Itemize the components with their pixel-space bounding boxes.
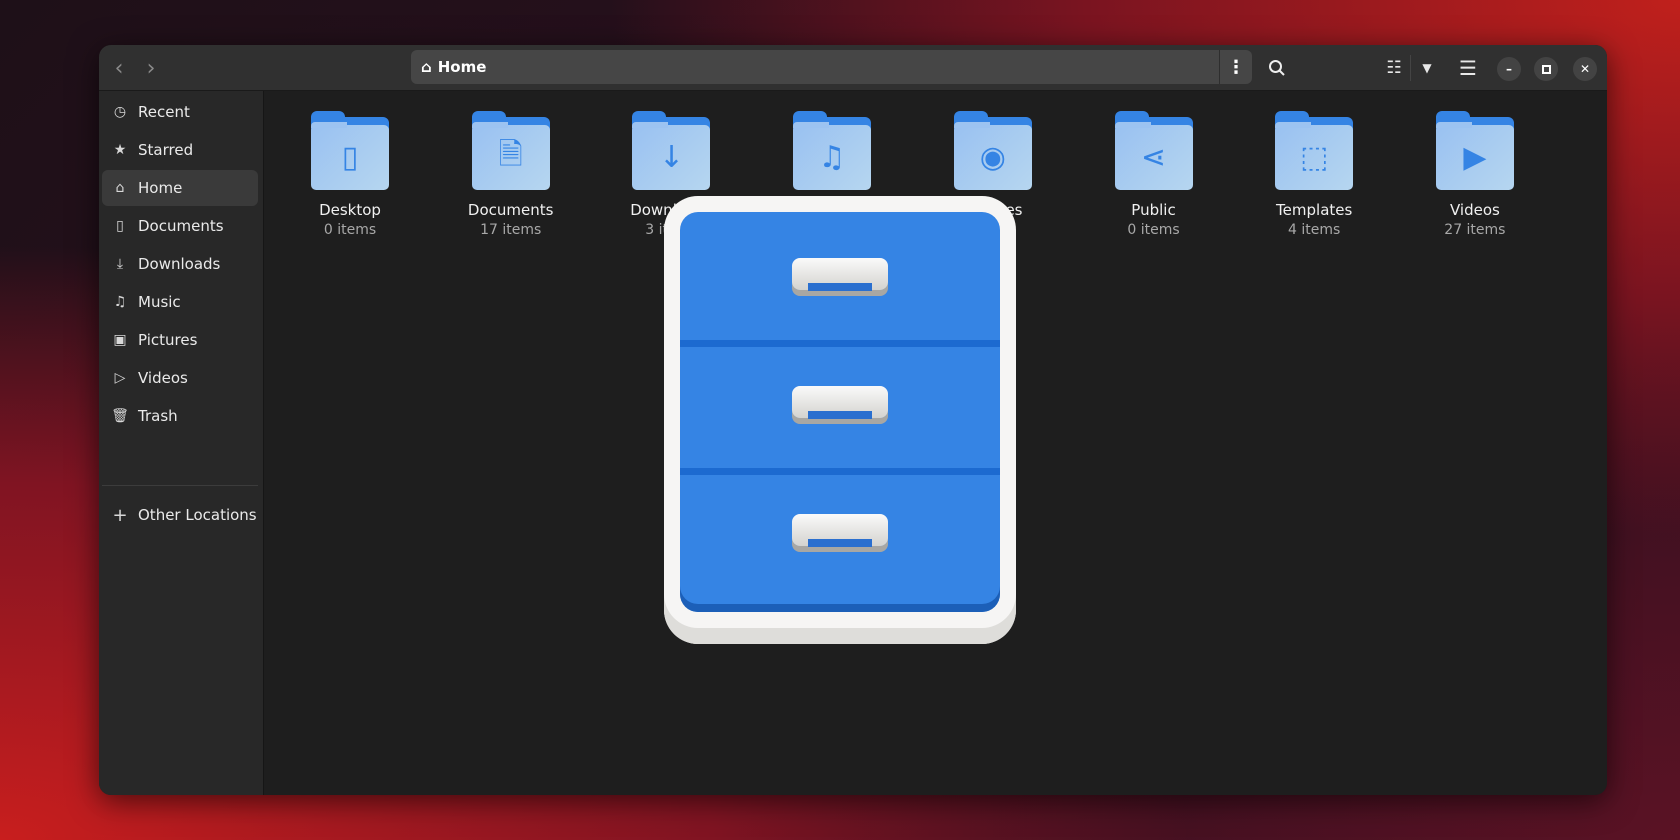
minimize-button[interactable]: – (1497, 57, 1521, 81)
videos-icon: ▷ (114, 370, 126, 386)
item-count: 0 items (1127, 222, 1180, 238)
header-bar: ‹ › ⌂ Home ⋮ ☷ ▼ ☰ – ✕ (99, 45, 1607, 91)
videos-icon: ▶ (1463, 140, 1487, 175)
folder-icon: 🗎 (471, 111, 550, 190)
folder-icon: ⋖ (1114, 111, 1193, 190)
templates-icon: ⬚ (1300, 140, 1329, 175)
sidebar-item-pictures[interactable]: ▣ Pictures (102, 322, 258, 358)
sidebar-item-label: Documents (138, 217, 224, 235)
sidebar-item-label: Pictures (138, 331, 198, 349)
drawer-handle (792, 258, 888, 291)
path-menu-button[interactable]: ⋮ (1220, 50, 1252, 84)
close-icon: ✕ (1579, 62, 1591, 76)
main-menu-button[interactable]: ☰ (1452, 52, 1484, 84)
sidebar-item-label: Home (138, 179, 183, 197)
sidebar-item-home[interactable]: ⌂ Home (102, 170, 258, 206)
folder-icon: ♫ (793, 111, 872, 190)
item-count: 4 items (1288, 222, 1341, 238)
folder-icon: ▯ (311, 111, 389, 190)
public-icon: ⋖ (1140, 140, 1167, 175)
drawer-divider (680, 468, 1000, 475)
sidebar-item-trash[interactable]: 🗑 Trash (102, 398, 258, 434)
hamburger-icon: ☰ (1459, 56, 1477, 80)
minimize-icon: – (1506, 62, 1512, 76)
folder-icon: ↓ (632, 111, 711, 190)
sidebar-item-label: Trash (138, 407, 178, 425)
folder-icon: ⬚ (1275, 111, 1354, 190)
pictures-icon: ◉ (979, 140, 1006, 175)
file-manager-window: ‹ › ⌂ Home ⋮ ☷ ▼ ☰ – ✕ ◷ Recent ★ Starred ⌂ H… (99, 45, 1607, 795)
sidebar-item-downloads[interactable]: ⤓ Downloads (102, 246, 258, 282)
music-icon: ♫ (113, 294, 127, 310)
desktop-icon: ▯ (341, 140, 359, 175)
folder-icon: ▶ (1435, 111, 1514, 190)
search-icon (1269, 60, 1285, 76)
sidebar-divider (102, 485, 258, 486)
starred-icon: ★ (113, 142, 127, 158)
list-view-icon: ☷ (1386, 58, 1402, 78)
sidebar-item-starred[interactable]: ★ Starred (102, 132, 258, 168)
sidebar-item-label: Starred (138, 141, 194, 159)
item-count: 17 items (480, 222, 542, 238)
search-button[interactable] (1261, 52, 1293, 84)
item-count: 0 items (323, 222, 377, 238)
trash-icon: 🗑 (111, 408, 129, 424)
downloads-icon: ↓ (658, 140, 684, 175)
back-button[interactable]: ‹ (103, 52, 135, 84)
folder-name: Videos (1449, 201, 1500, 219)
forward-button[interactable]: › (135, 52, 167, 84)
sidebar-item-music[interactable]: ♫ Music (102, 284, 258, 320)
list-view-button[interactable]: ☷ (1378, 52, 1410, 84)
item-count: 27 items (1444, 222, 1506, 238)
sidebar-item-documents[interactable]: ▯ Documents (102, 208, 258, 244)
home-icon: ⌂ (421, 58, 432, 76)
folder-name: Desktop (319, 201, 381, 219)
path-home[interactable]: Home (438, 58, 487, 76)
sidebar-item-label: Videos (138, 369, 188, 387)
documents-icon: 🗎 (498, 137, 523, 172)
recent-icon: ◷ (113, 104, 127, 120)
chevron-down-icon: ▼ (1422, 61, 1432, 75)
maximize-icon (1541, 64, 1551, 74)
close-button[interactable]: ✕ (1573, 57, 1597, 81)
sidebar-item-label: Other Locations (138, 506, 257, 524)
documents-icon: ▯ (116, 218, 124, 234)
folder-icon: ◉ (953, 111, 1032, 190)
plus-icon: + (112, 504, 128, 526)
path-bar[interactable]: ⌂ Home ⋮ (411, 50, 1252, 84)
music-icon: ♫ (818, 140, 846, 175)
sidebar-item-label: Music (138, 293, 181, 311)
home-icon: ⌂ (115, 180, 125, 196)
sidebar-item-videos[interactable]: ▷ Videos (102, 360, 258, 396)
drawer-divider (680, 340, 1000, 347)
drawer-handle (792, 386, 888, 419)
sidebar-item-label: Downloads (138, 255, 221, 273)
sidebar: ◷ Recent ★ Starred ⌂ Home ▯ Documents ⤓ Downloads… (99, 91, 264, 795)
folder-name: Public (1131, 201, 1176, 219)
view-options-dropdown[interactable]: ▼ (1411, 52, 1443, 84)
drawer-handle (792, 514, 888, 547)
folder-name: Templates (1276, 201, 1353, 219)
sidebar-item-recent[interactable]: ◷ Recent (102, 94, 258, 130)
sidebar-item-other-locations[interactable]: + Other Locations (102, 497, 258, 533)
file-cabinet-app-icon (664, 196, 1016, 644)
cabinet-body (680, 212, 1000, 612)
downloads-icon: ⤓ (116, 256, 124, 272)
maximize-button[interactable] (1534, 57, 1558, 81)
pictures-icon: ▣ (113, 332, 127, 348)
sidebar-item-label: Recent (138, 103, 190, 121)
folder-name: Documents (467, 201, 554, 219)
